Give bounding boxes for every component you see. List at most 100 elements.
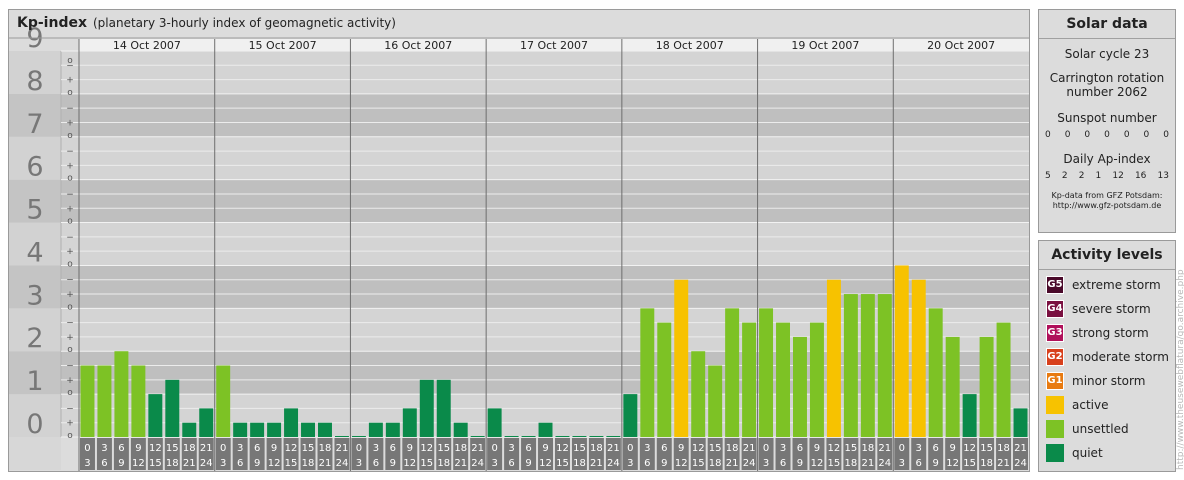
hour-end-label: 6	[780, 458, 786, 469]
kp-minor-tick-label: +	[66, 333, 74, 343]
kp-bar	[945, 336, 960, 437]
kp-bar	[182, 422, 197, 437]
hour-start-label: 0	[491, 443, 497, 454]
hour-start-label: 12	[828, 443, 841, 454]
hour-start-label: 15	[845, 443, 858, 454]
hour-end-label: 9	[390, 458, 396, 469]
kp-tick-label: 6	[26, 152, 43, 183]
hour-start-label: 15	[573, 443, 586, 454]
activity-levels-title: Activity levels	[1039, 241, 1175, 270]
hour-start-label: 18	[726, 443, 739, 454]
hour-end-label: 6	[237, 458, 243, 469]
kp-tick-label: 7	[26, 109, 43, 140]
hour-start-label: 3	[916, 443, 922, 454]
kp-bar	[131, 365, 146, 437]
hour-start-label: 12	[285, 443, 298, 454]
kp-tick-label: 2	[26, 323, 43, 354]
kp-minor-tick-label: −	[66, 404, 74, 414]
carrington-rotation: Carrington rotation number 2062	[1039, 71, 1175, 99]
kp-bar	[911, 279, 926, 437]
kp-tick-label: 1	[26, 366, 43, 397]
hour-end-label: 3	[84, 458, 90, 469]
day-label: 14 Oct 2007	[113, 39, 181, 52]
hour-start-label: 18	[319, 443, 332, 454]
ap-label: Daily Ap-index	[1063, 152, 1151, 166]
hour-end-label: 21	[726, 458, 739, 469]
kp-minor-tick-label: +	[66, 290, 74, 300]
kp-bar	[708, 365, 723, 437]
kp-bar	[928, 308, 943, 437]
hour-end-label: 18	[980, 458, 993, 469]
hour-start-label: 21	[200, 443, 213, 454]
hour-end-label: 3	[763, 458, 769, 469]
kp-bar	[877, 294, 892, 437]
kp-minor-tick-label: +	[66, 118, 74, 128]
hour-end-label: 6	[101, 458, 107, 469]
activity-level-active: active	[1046, 395, 1175, 414]
activity-label: severe storm	[1072, 301, 1151, 316]
kp-bar	[114, 351, 129, 437]
source-line-1: Kp-data from GFZ Potsdam:	[1051, 191, 1163, 200]
hour-end-label: 24	[878, 458, 891, 469]
kp-band-6	[9, 136, 1029, 180]
kp-minor-tick-label: o	[67, 174, 73, 184]
kp-bar	[572, 436, 587, 437]
activity-label: extreme storm	[1072, 277, 1161, 292]
activity-swatch: G5	[1046, 275, 1064, 294]
hour-end-label: 6	[916, 458, 922, 469]
kp-minor-tick-label: −	[66, 319, 74, 329]
kp-band-2	[9, 308, 1029, 352]
hour-start-label: 6	[661, 443, 667, 454]
sunspot-value-0: 0	[1045, 130, 1051, 140]
hour-start-label: 9	[271, 443, 277, 454]
hour-start-label: 3	[373, 443, 379, 454]
chart-subtitle: (planetary 3-hourly index of geomagnetic…	[93, 16, 396, 30]
kp-minor-tick-label: o	[67, 302, 73, 312]
kp-band-1	[9, 351, 1029, 395]
hour-end-label: 3	[491, 458, 497, 469]
hour-start-label: 21	[743, 443, 756, 454]
kp-bar	[233, 422, 248, 437]
hour-start-label: 6	[797, 443, 803, 454]
chart-title: Kp-index (planetary 3-hourly index of geo…	[17, 15, 396, 31]
kp-bar	[674, 279, 689, 437]
hour-end-label: 9	[525, 458, 531, 469]
hour-start-label: 18	[997, 443, 1010, 454]
kp-minor-tick-label: −	[66, 104, 74, 114]
hour-end-label: 6	[373, 458, 379, 469]
hour-start-label: 0	[84, 443, 90, 454]
kp-bar	[657, 322, 672, 437]
ap-value-4: 12	[1112, 171, 1124, 181]
hour-end-label: 12	[811, 458, 824, 469]
data-source: Kp-data from GFZ Potsdam: http://www.gfz…	[1039, 191, 1175, 211]
activity-swatch: G1	[1046, 371, 1064, 390]
kp-bar	[504, 436, 519, 437]
kp-bar	[199, 408, 214, 437]
hour-start-label: 0	[627, 443, 633, 454]
hour-end-label: 21	[319, 458, 332, 469]
kp-bar	[165, 379, 180, 437]
hour-end-label: 6	[508, 458, 514, 469]
day-label: 15 Oct 2007	[249, 39, 317, 52]
kp-bar	[284, 408, 299, 437]
hour-start-label: 21	[336, 443, 349, 454]
kp-minor-tick-label: +	[66, 76, 74, 86]
hour-start-label: 9	[678, 443, 684, 454]
hour-end-label: 9	[118, 458, 124, 469]
kp-tick-label: 0	[26, 409, 43, 440]
hour-end-label: 15	[556, 458, 569, 469]
hour-end-label: 6	[644, 458, 650, 469]
sunspot-values: 0 0 0 0 0 0 0	[1039, 130, 1175, 140]
hour-start-label: 6	[933, 443, 939, 454]
kp-bar	[996, 322, 1011, 437]
activity-label: quiet	[1072, 445, 1103, 460]
activity-swatch	[1046, 395, 1064, 414]
hour-end-label: 24	[471, 458, 484, 469]
sunspot-value-6: 0	[1163, 130, 1169, 140]
hour-end-label: 9	[661, 458, 667, 469]
hour-start-label: 3	[237, 443, 243, 454]
kp-bar	[538, 422, 553, 437]
hour-end-label: 24	[607, 458, 620, 469]
hour-start-label: 21	[471, 443, 484, 454]
hour-start-label: 15	[709, 443, 722, 454]
